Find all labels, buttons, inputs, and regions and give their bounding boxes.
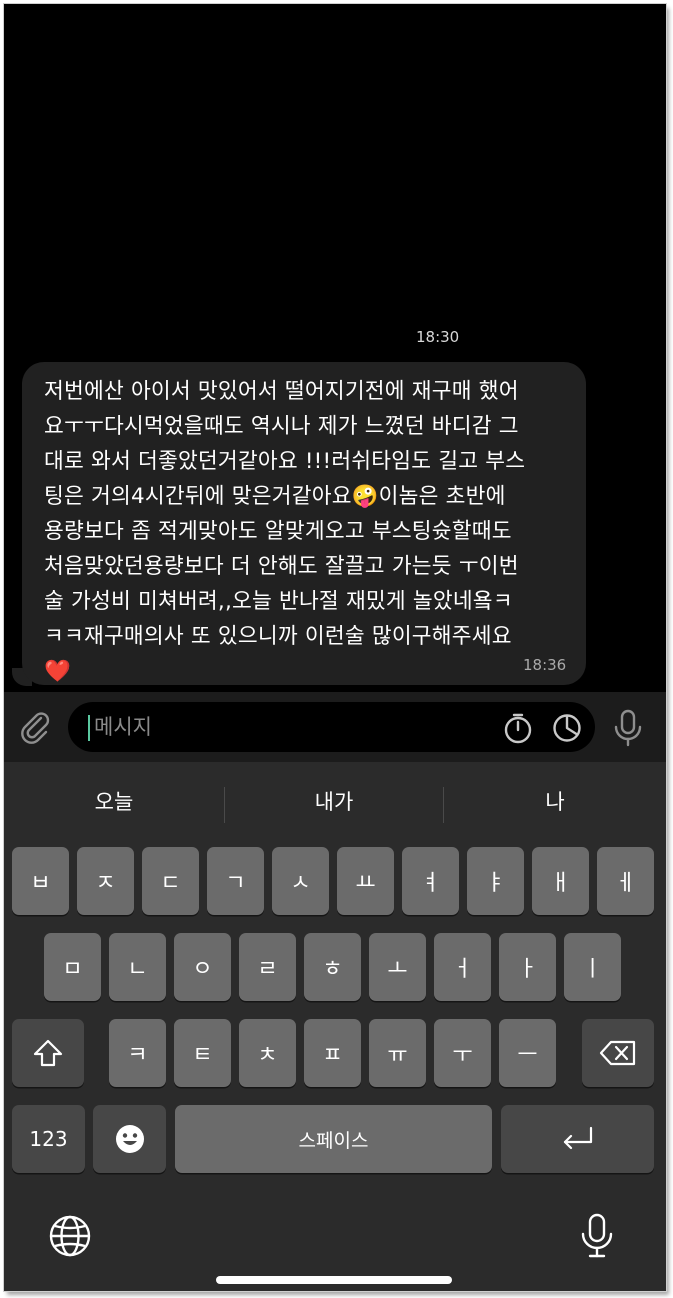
key[interactable]: ㅡ (499, 1019, 556, 1087)
backspace-key[interactable] (582, 1019, 654, 1087)
key[interactable]: ㅣ (564, 933, 621, 1001)
previous-message-time: 18:30 (416, 328, 460, 346)
globe-icon[interactable] (48, 1214, 92, 1258)
numbers-key[interactable]: 123 (12, 1105, 85, 1173)
home-indicator[interactable] (216, 1276, 452, 1284)
shift-arrow-icon (33, 1039, 63, 1067)
key[interactable]: ㅋ (109, 1019, 166, 1087)
key[interactable]: ㅓ (434, 933, 491, 1001)
message-bubble[interactable]: 저번에산 아이서 맛있어서 떨어지기전에 재구매 했어 요ㅜㅜ다시먹었을때도 역… (22, 362, 586, 685)
return-arrow-icon (563, 1126, 592, 1150)
emoji-key[interactable] (93, 1105, 166, 1173)
key[interactable]: ㅇ (174, 933, 231, 1001)
key[interactable]: ㅅ (272, 847, 329, 915)
key[interactable]: ㅠ (369, 1019, 426, 1087)
key[interactable]: ㅂ (12, 847, 69, 915)
key[interactable]: ㅁ (44, 933, 101, 1001)
key[interactable]: ㅐ (532, 847, 589, 915)
mic-icon[interactable] (610, 708, 646, 748)
emoji-smiley-icon (115, 1125, 144, 1153)
key[interactable]: ㅈ (77, 847, 134, 915)
timer-icon[interactable] (501, 711, 535, 745)
message-input-bar (4, 692, 666, 762)
message-text: 저번에산 아이서 맛있어서 떨어지기전에 재구매 했어 요ㅜㅜ다시먹었을때도 역… (44, 379, 526, 684)
keyboard: 오늘 내가 나 ㅂ ㅈ ㄷ ㄱ ㅅ ㅛ ㅕ ㅑ ㅐ ㅔ ㅁ ㄴ ㅇ ㄹ ㅎ ㅗ … (4, 762, 666, 1291)
phone-screen: 18:30 저번에산 아이서 맛있어서 떨어지기전에 재구매 했어 요ㅜㅜ다시먹… (4, 4, 666, 1291)
message-time: 18:36 (523, 656, 567, 674)
key[interactable]: ㅜ (434, 1019, 491, 1087)
key[interactable]: ㅔ (597, 847, 654, 915)
key[interactable]: ㄴ (109, 933, 166, 1001)
message-input-container[interactable] (68, 702, 595, 752)
space-key[interactable]: 스페이스 (175, 1105, 492, 1173)
key[interactable]: ㅍ (304, 1019, 361, 1087)
key[interactable]: ㅕ (402, 847, 459, 915)
key[interactable]: ㄹ (239, 933, 296, 1001)
suggestion-2[interactable]: 내가 (225, 762, 443, 842)
suggestion-1[interactable]: 오늘 (4, 762, 224, 842)
key[interactable]: ㅌ (174, 1019, 231, 1087)
key[interactable]: ㅊ (239, 1019, 296, 1087)
key[interactable]: ㅛ (337, 847, 394, 915)
sticker-icon[interactable] (550, 711, 584, 745)
key[interactable]: ㅗ (369, 933, 426, 1001)
message-input[interactable] (94, 709, 454, 745)
microphone-icon[interactable] (579, 1212, 615, 1260)
suggestion-bar: 오늘 내가 나 (4, 762, 666, 842)
return-key[interactable] (501, 1105, 654, 1173)
key[interactable]: ㅎ (304, 933, 361, 1001)
text-caret (88, 715, 90, 741)
key[interactable]: ㄷ (142, 847, 199, 915)
attach-icon[interactable] (18, 709, 54, 745)
key[interactable]: ㅏ (499, 933, 556, 1001)
suggestion-3[interactable]: 나 (444, 762, 666, 842)
key[interactable]: ㅑ (467, 847, 524, 915)
key[interactable]: ㄱ (207, 847, 264, 915)
chat-area[interactable]: 18:30 저번에산 아이서 맛있어서 떨어지기전에 재구매 했어 요ㅜㅜ다시먹… (4, 4, 666, 692)
backspace-icon (599, 1040, 636, 1066)
shift-key[interactable] (12, 1019, 84, 1087)
